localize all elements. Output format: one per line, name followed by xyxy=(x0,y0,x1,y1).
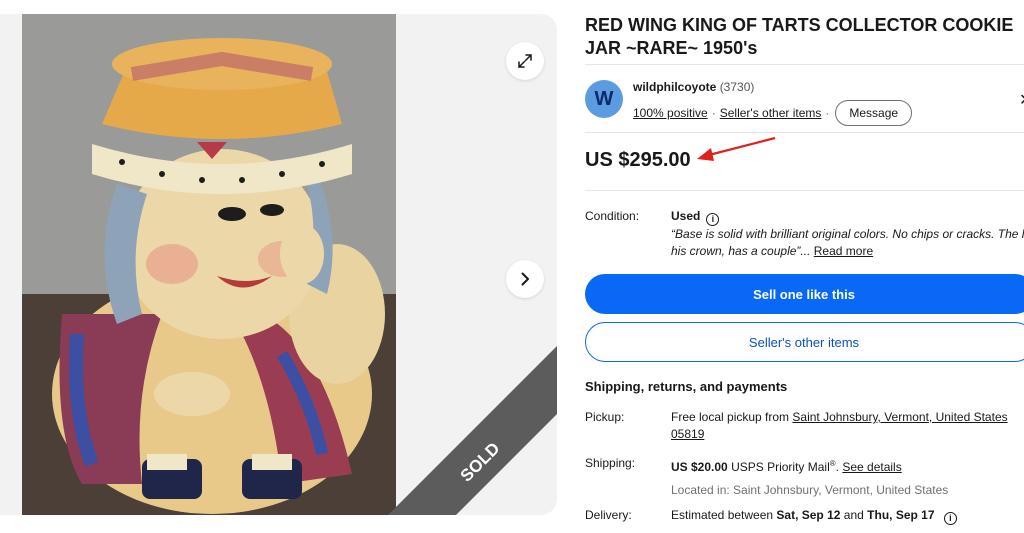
shipping-section-heading: Shipping, returns, and payments xyxy=(585,379,788,394)
seller-avatar[interactable]: W xyxy=(585,80,623,118)
price: US $295.00 xyxy=(585,149,691,171)
sold-label: SOLD xyxy=(457,439,504,486)
located-in: Located in: Saint Johnsbury, Vermont, Un… xyxy=(671,483,949,497)
divider xyxy=(585,190,1024,191)
pickup-label: Pickup: xyxy=(585,410,625,424)
expand-icon xyxy=(518,54,532,68)
seller-name[interactable]: wildphilcoyote xyxy=(633,80,716,94)
listing-title: RED WING KING OF TARTS COLLECTOR COOKIE … xyxy=(585,15,1014,58)
info-icon[interactable]: i xyxy=(943,512,957,525)
shipping-service: USPS Priority Mail xyxy=(731,460,830,474)
seller-links: 100% positive · Seller's other items · M… xyxy=(633,100,913,126)
delivery-and: and xyxy=(843,508,864,522)
image-gallery: SOLD xyxy=(0,14,557,515)
pickup-location-link[interactable]: Saint Johnsbury, Vermont, United States xyxy=(792,410,1007,424)
condition-label: Condition: xyxy=(585,209,640,223)
positive-feedback-link[interactable]: 100% positive xyxy=(633,106,708,120)
red-arrow-annotation xyxy=(697,136,776,161)
sell-one-like-this-button[interactable]: Sell one like this xyxy=(585,274,1024,314)
divider xyxy=(585,64,1024,65)
registered-mark: ® xyxy=(829,459,836,468)
cookie-jar-image xyxy=(22,14,396,515)
shipping-value: US $20.00 USPS Priority Mail®. See detai… xyxy=(671,459,949,497)
delivery-prefix: Estimated between xyxy=(671,508,774,522)
condition-description-line2: his crown, has a couple”... xyxy=(671,244,811,258)
delivery-value: Estimated between Sat, Sep 12 and Thu, S… xyxy=(671,507,957,525)
delivery-end: Thu, Sep 17 xyxy=(867,508,935,522)
product-photo[interactable] xyxy=(22,14,396,515)
pickup-value: Free local pickup from Saint Johnsbury, … xyxy=(671,409,1008,443)
chevron-right-icon xyxy=(521,272,529,286)
delivery-label: Delivery: xyxy=(585,508,632,522)
condition-value-block: Used i “Base is solid with brilliant orig… xyxy=(671,208,1024,260)
sellers-other-items-link[interactable]: Seller's other items xyxy=(720,106,822,120)
condition-description-line1: “Base is solid with brilliant original c… xyxy=(671,227,1024,241)
shipping-label: Shipping: xyxy=(585,456,636,470)
message-button[interactable]: Message xyxy=(835,100,913,126)
pickup-text: Free local pickup from xyxy=(671,410,790,424)
pickup-zip-link[interactable]: 05819 xyxy=(671,426,1008,443)
see-details-link[interactable]: See details xyxy=(842,460,901,474)
sellers-other-items-button[interactable]: Seller's other items xyxy=(585,322,1024,362)
read-more-link[interactable]: Read more xyxy=(814,244,873,258)
info-icon[interactable]: i xyxy=(706,213,720,226)
listing-info-panel: RED WING KING OF TARTS COLLECTOR COOKIE … xyxy=(585,0,1024,533)
seller-name-row: wildphilcoyote (3730) xyxy=(633,80,754,94)
separator-dot: · xyxy=(825,106,830,120)
delivery-start: Sat, Sep 12 xyxy=(776,508,841,522)
expand-button[interactable] xyxy=(506,42,544,80)
separator-dot: · xyxy=(711,106,716,120)
next-image-button[interactable] xyxy=(506,260,544,298)
shipping-cost: US $20.00 xyxy=(671,460,728,474)
close-icon[interactable]: ✕ xyxy=(1019,90,1024,110)
seller-feedback-score: (3730) xyxy=(719,80,755,94)
divider xyxy=(585,132,1024,133)
condition-value: Used xyxy=(671,209,701,223)
